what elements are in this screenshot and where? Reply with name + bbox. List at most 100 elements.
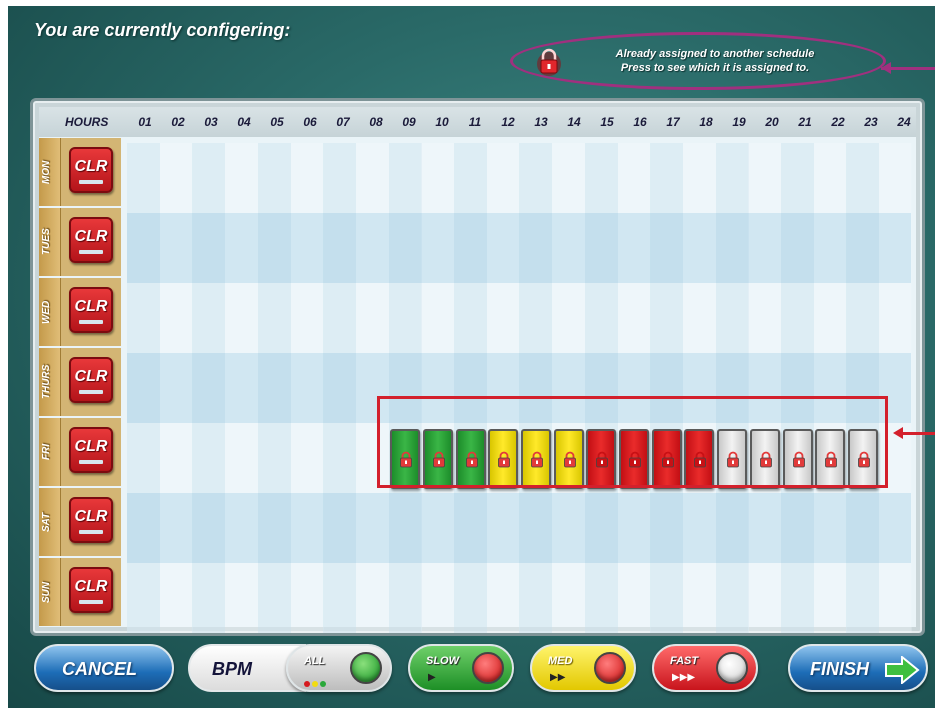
- day-name: MON: [41, 160, 52, 184]
- knob-icon: [716, 652, 748, 684]
- hour-label-07: 07: [336, 115, 350, 129]
- arrow-left-icon: [893, 427, 903, 439]
- hour-label-19: 19: [732, 115, 746, 129]
- day-slot-row-mon: [127, 143, 911, 213]
- hour-label-04: 04: [237, 115, 251, 129]
- day-name: THURS: [41, 364, 52, 400]
- speed-med-button[interactable]: MED ▶▶: [530, 644, 636, 692]
- play-icon: ▶: [428, 672, 436, 683]
- day-tab: FRI: [39, 418, 61, 486]
- fast-forward-icon: ▶▶: [550, 672, 566, 683]
- hours-header: HOURS 01 02 03 04 05 06 07 08 09 10 11 12 13 14 15 16 17…: [39, 107, 916, 137]
- clear-tues-button[interactable]: CLR: [69, 217, 113, 263]
- day-row-sat: SAT CLR: [39, 487, 121, 557]
- hour-label-12: 12: [501, 115, 515, 129]
- clr-label: CLR: [74, 368, 108, 385]
- bottom-toolbar: CANCEL BPM ALL SLOW ▶ MED ▶▶ FAST ▶▶▶ FI…: [8, 640, 935, 708]
- hour-label-08: 08: [369, 115, 383, 129]
- arrow-right-icon: [885, 656, 920, 684]
- hour-label-10: 10: [435, 115, 449, 129]
- clr-label: CLR: [74, 228, 108, 245]
- slot-area: [127, 143, 913, 633]
- clr-label: CLR: [74, 578, 108, 595]
- day-name: SAT: [41, 512, 52, 532]
- hour-label-03: 03: [204, 115, 218, 129]
- assigned-legend: Already assigned to another schedule Pre…: [510, 32, 886, 90]
- hour-label-21: 21: [798, 115, 812, 129]
- day-tab: SUN: [39, 558, 61, 626]
- hour-label-05: 05: [270, 115, 284, 129]
- hour-label-11: 11: [468, 115, 482, 129]
- day-row-mon: MON CLR: [39, 137, 121, 207]
- hour-label-20: 20: [765, 115, 779, 129]
- legend-line-1: Already assigned to another schedule: [615, 48, 815, 60]
- day-tab: MON: [39, 138, 61, 206]
- med-label: MED: [548, 655, 573, 667]
- finish-button[interactable]: FINISH: [788, 644, 928, 692]
- speed-fast-button[interactable]: FAST ▶▶▶: [652, 644, 758, 692]
- hour-label-22: 22: [831, 115, 845, 129]
- clear-sun-button[interactable]: CLR: [69, 567, 113, 613]
- clr-label: CLR: [74, 158, 108, 175]
- hours-label: HOURS: [65, 115, 109, 129]
- hour-label-18: 18: [699, 115, 713, 129]
- hour-label-15: 15: [600, 115, 614, 129]
- hour-label-09: 09: [402, 115, 416, 129]
- fri-highlight-box: [377, 396, 888, 488]
- day-tab: SAT: [39, 488, 61, 556]
- speed-slow-button[interactable]: SLOW ▶: [408, 644, 514, 692]
- clr-label: CLR: [74, 298, 108, 315]
- day-row-wed: WED CLR: [39, 277, 121, 347]
- clr-bar: [79, 390, 103, 394]
- clr-bar: [79, 530, 103, 534]
- schedule-grid: HOURS 01 02 03 04 05 06 07 08 09 10 11 12 13 14 15 16 17…: [30, 98, 925, 636]
- bpm-label: BPM: [212, 659, 252, 679]
- hour-label-14: 14: [567, 115, 581, 129]
- lock-icon: [537, 48, 561, 76]
- day-row-fri: FRI CLR: [39, 417, 121, 487]
- clr-label: CLR: [74, 438, 108, 455]
- clr-bar: [79, 460, 103, 464]
- day-slot-row-sat: [127, 493, 911, 563]
- day-tab: THURS: [39, 348, 61, 416]
- clr-bar: [79, 600, 103, 604]
- all-label: ALL: [304, 655, 326, 667]
- fri-callout-line: [903, 432, 935, 435]
- day-name: FRI: [41, 443, 52, 461]
- clr-bar: [79, 180, 103, 184]
- clr-bar: [79, 250, 103, 254]
- hour-label-24: 24: [897, 115, 911, 129]
- legend-line-2: Press to see which it is assigned to.: [620, 62, 810, 74]
- clr-bar: [79, 320, 103, 324]
- day-row-tues: TUES CLR: [39, 207, 121, 277]
- clear-sat-button[interactable]: CLR: [69, 497, 113, 543]
- day-row-thurs: THURS CLR: [39, 347, 121, 417]
- day-slot-row-tues: [127, 213, 911, 283]
- knob-icon: [350, 652, 382, 684]
- day-name: SUN: [41, 581, 52, 603]
- hour-label-16: 16: [633, 115, 647, 129]
- page-title: You are currently configering:: [34, 20, 291, 40]
- hour-label-06: 06: [303, 115, 317, 129]
- day-tab: WED: [39, 278, 61, 346]
- speed-all-button[interactable]: ALL: [286, 644, 392, 692]
- clear-thurs-button[interactable]: CLR: [69, 357, 113, 403]
- speed-dots-icon: [304, 674, 328, 692]
- arrow-left-icon: [881, 62, 891, 74]
- hour-label-01: 01: [138, 115, 152, 129]
- schedule-screen: You are currently configering: Already a…: [8, 6, 935, 708]
- day-name: WED: [41, 300, 52, 324]
- day-tab: TUES: [39, 208, 61, 276]
- cancel-label: CANCEL: [62, 659, 137, 679]
- clear-wed-button[interactable]: CLR: [69, 287, 113, 333]
- triple-forward-icon: ▶▶▶: [672, 672, 696, 683]
- finish-label: FINISH: [810, 659, 870, 679]
- hour-label-23: 23: [864, 115, 878, 129]
- cancel-button[interactable]: CANCEL: [34, 644, 174, 692]
- hour-label-13: 13: [534, 115, 548, 129]
- day-name: TUES: [41, 228, 52, 256]
- hour-label-17: 17: [666, 115, 680, 129]
- clear-mon-button[interactable]: CLR: [69, 147, 113, 193]
- clr-label: CLR: [74, 508, 108, 525]
- clear-fri-button[interactable]: CLR: [69, 427, 113, 473]
